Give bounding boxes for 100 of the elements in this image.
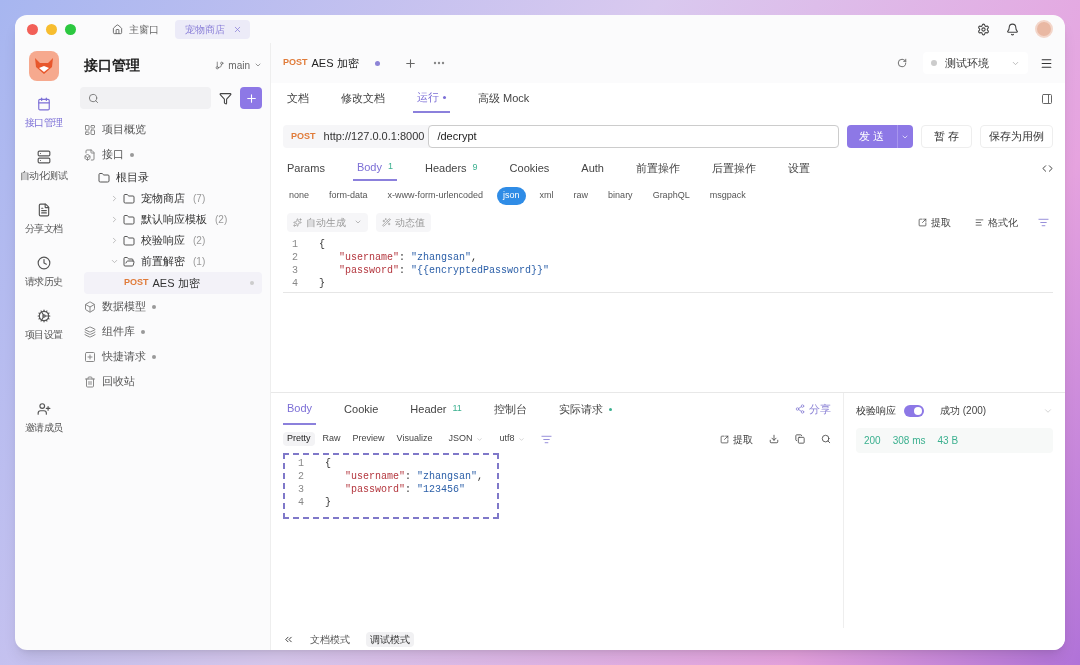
copy-icon[interactable]	[795, 434, 805, 444]
settings-icon[interactable]	[977, 22, 990, 36]
response-tab[interactable]: Body	[283, 393, 317, 425]
param-tab[interactable]: Auth	[577, 155, 608, 181]
code-icon[interactable]	[1042, 162, 1053, 174]
share-link[interactable]: 分享	[795, 393, 831, 425]
save-button[interactable]: 暂 存	[920, 125, 972, 148]
item-count: (2)	[215, 213, 228, 227]
request-tab[interactable]: POST AES 加密	[283, 54, 359, 72]
sidebar-item[interactable]: 项目概览	[84, 117, 262, 142]
environment-selector[interactable]: 测试环境	[923, 52, 1028, 74]
body-type-option[interactable]: xml	[533, 187, 560, 205]
validation-toggle[interactable]	[904, 404, 924, 417]
response-tab[interactable]: 实际请求	[554, 393, 616, 425]
window-tab[interactable]: 主窗口	[104, 19, 167, 39]
folder-item[interactable]: 前置解密 (1)	[84, 251, 262, 272]
param-tab[interactable]: 后置操作	[708, 155, 760, 181]
response-tab[interactable]: Cookie	[340, 393, 383, 425]
filter-icon[interactable]	[219, 91, 232, 105]
chevron-icon	[518, 435, 526, 443]
url-field[interactable]: POST http://127.0.0.1:8000 /decrypt	[283, 125, 839, 148]
clock-icon	[36, 256, 51, 270]
request-editor[interactable]: 1 { 2 "username": "zhangsan", 3 "password": "{{encryptedPassword}}" 4 }	[283, 236, 1053, 293]
add-button[interactable]	[240, 87, 262, 109]
menu-icon[interactable]	[1040, 56, 1053, 70]
param-tab[interactable]: Cookies	[505, 155, 554, 181]
path-field[interactable]: /decrypt	[428, 125, 839, 148]
add-tab-icon[interactable]	[403, 56, 417, 70]
format-select[interactable]: JSON	[448, 432, 484, 446]
view-tab[interactable]: 高级 Mock	[474, 83, 534, 113]
sidebar-item[interactable]: 快捷请求	[84, 344, 262, 369]
request-item[interactable]: POST AES 加密	[84, 272, 262, 294]
folder-icon	[123, 192, 135, 205]
search-icon[interactable]	[821, 434, 831, 444]
export-icon	[918, 217, 927, 227]
branch-icon	[215, 60, 225, 70]
view-option[interactable]: Visualize	[392, 432, 437, 446]
param-tab[interactable]: Headers 9	[421, 155, 482, 181]
param-tab[interactable]: 前置操作	[632, 155, 684, 181]
view-option[interactable]: Preview	[348, 432, 389, 446]
folder-item[interactable]: 默认响应模板 (2)	[84, 209, 262, 230]
encoding-select[interactable]: utf8	[499, 432, 526, 446]
rail-item[interactable]: 请求历史	[24, 256, 63, 289]
sidebar-item[interactable]: 接口	[84, 142, 262, 167]
send-button[interactable]: 发 送	[846, 125, 913, 148]
param-tab[interactable]: Params	[283, 155, 329, 181]
view-tab[interactable]: 修改文档	[337, 83, 389, 113]
view-option[interactable]: Raw	[318, 432, 345, 446]
body-type-option[interactable]: msgpack	[703, 187, 752, 205]
branch-selector[interactable]: main	[215, 57, 262, 73]
view-option[interactable]: Pretty	[283, 432, 315, 446]
response-tab[interactable]: Header 11	[406, 393, 466, 425]
folder-item[interactable]: 校验响应 (2)	[84, 230, 262, 251]
wrap-icon[interactable]	[1038, 216, 1049, 228]
body-type-option[interactable]: none	[283, 187, 316, 205]
validation-result: 成功 (200)	[940, 404, 987, 418]
folder-item[interactable]: 根目录	[84, 167, 262, 188]
body-type-option[interactable]: raw	[567, 187, 595, 205]
more-icon[interactable]	[432, 61, 445, 65]
mode-tab[interactable]: 文档模式	[306, 631, 354, 647]
sidebar-item[interactable]: 数据模型	[84, 294, 262, 319]
extract-button[interactable]: 提取	[720, 431, 753, 447]
search-field[interactable]	[80, 87, 211, 109]
sidebar-item[interactable]: 组件库	[84, 319, 262, 344]
panel-icon[interactable]	[1041, 93, 1053, 105]
mode-tab[interactable]: 调试模式	[366, 631, 414, 647]
line-number: 4	[291, 276, 299, 290]
zoom-window-button[interactable]	[65, 23, 76, 35]
refresh-icon[interactable]	[897, 58, 907, 68]
code-line: "password": "{{encryptedPassword}}"	[338, 263, 550, 277]
validation-label: 校验响应	[856, 404, 896, 418]
save-as-case-button[interactable]: 保存为用例	[980, 125, 1053, 148]
chevron-icon	[354, 218, 362, 226]
rail-item[interactable]: 分享文档	[24, 203, 63, 236]
dashboard-icon	[84, 123, 96, 136]
response-tab[interactable]: 控制台	[489, 393, 531, 425]
param-tab[interactable]: Body 1	[352, 155, 397, 181]
extract-button[interactable]: 提取	[914, 214, 955, 230]
body-type-option[interactable]: binary	[602, 187, 639, 205]
rail-item[interactable]: 自动化测试	[19, 150, 68, 183]
close-window-button[interactable]	[27, 23, 38, 35]
body-type-option[interactable]: x-www-form-urlencoded	[381, 187, 490, 205]
view-tab[interactable]: 文档	[283, 83, 313, 113]
body-type-option[interactable]: GraphQL	[646, 187, 696, 205]
format-button[interactable]: 格式化	[971, 214, 1022, 230]
download-icon[interactable]	[769, 434, 779, 444]
rail-item[interactable]: 邀请成员	[24, 402, 63, 435]
close-icon[interactable]	[233, 24, 242, 34]
bell-icon[interactable]	[1006, 22, 1019, 36]
home-icon	[112, 23, 123, 35]
response-stats: 200 308 ms 43 B	[856, 428, 1053, 453]
folder-icon	[98, 171, 110, 184]
view-tab[interactable]: 运行	[413, 83, 450, 113]
sidebar-item[interactable]: 回收站	[84, 369, 262, 394]
rail-item[interactable]: 项目设置	[24, 309, 63, 342]
rail-item[interactable]: 接口管理	[24, 97, 63, 130]
wrap-icon[interactable]	[541, 433, 553, 445]
param-tab[interactable]: 设置	[784, 155, 814, 181]
folder-item[interactable]: 宠物商店 (7)	[84, 188, 262, 209]
body-type-option[interactable]: form-data	[323, 187, 374, 205]
